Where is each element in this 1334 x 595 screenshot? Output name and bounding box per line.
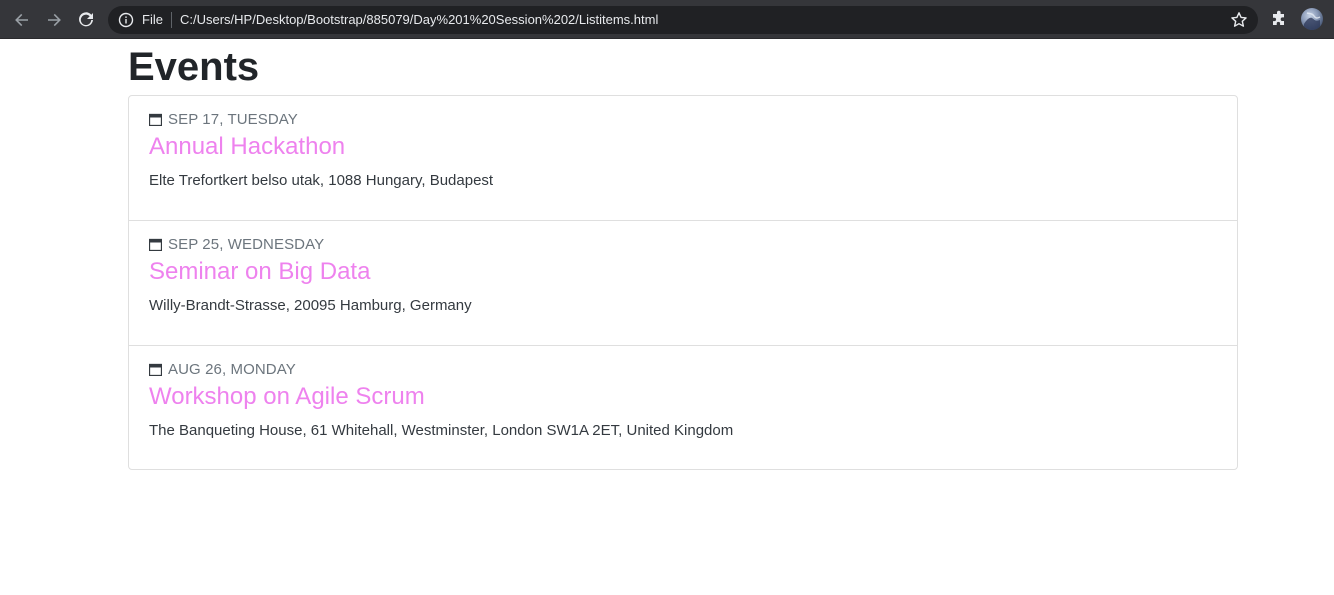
star-icon[interactable] — [1230, 11, 1248, 29]
event-title[interactable]: Workshop on Agile Scrum — [149, 382, 425, 412]
forward-button[interactable] — [41, 7, 67, 33]
info-icon[interactable] — [118, 12, 134, 28]
event-list-item: SEP 17, TUESDAY Annual Hackathon Elte Tr… — [129, 96, 1237, 221]
calendar-icon — [149, 113, 162, 126]
event-address: Elte Trefortkert belso utak, 1088 Hungar… — [149, 172, 494, 189]
event-address: The Banqueting House, 61 Whitehall, West… — [149, 422, 734, 439]
scheme-label: File — [142, 12, 163, 27]
reload-icon — [79, 12, 93, 27]
address-bar[interactable]: File C:/Users/HP/Desktop/Bootstrap/88507… — [108, 6, 1258, 34]
event-list-item: SEP 25, WEDNESDAY Seminar on Big Data Wi… — [129, 221, 1237, 346]
event-date-row: SEP 17, TUESDAY — [149, 111, 298, 129]
arrow-right-icon — [48, 13, 61, 27]
omnibox-divider — [171, 12, 172, 28]
calendar-icon — [149, 363, 162, 376]
event-list-item: AUG 26, MONDAY Workshop on Agile Scrum T… — [129, 346, 1237, 469]
event-date-row: SEP 25, WEDNESDAY — [149, 236, 324, 254]
page-title: Events — [128, 45, 260, 89]
event-title[interactable]: Annual Hackathon — [149, 132, 345, 162]
event-list: SEP 17, TUESDAY Annual Hackathon Elte Tr… — [128, 95, 1238, 470]
event-date-row: AUG 26, MONDAY — [149, 361, 296, 379]
avatar[interactable] — [1301, 8, 1323, 30]
event-title[interactable]: Seminar on Big Data — [149, 257, 370, 287]
event-date: SEP 17, TUESDAY — [168, 111, 298, 128]
calendar-icon — [149, 238, 162, 251]
page-content: Events SEP 17, TUESDAY Annual Hackathon … — [0, 39, 1334, 595]
event-date: SEP 25, WEDNESDAY — [168, 236, 325, 253]
reload-button[interactable] — [73, 7, 99, 33]
puzzle-icon[interactable] — [1270, 10, 1288, 28]
arrow-left-icon — [15, 13, 28, 27]
url-text[interactable]: C:/Users/HP/Desktop/Bootstrap/885079/Day… — [180, 12, 658, 28]
event-address: Willy-Brandt-Strasse, 20095 Hamburg, Ger… — [149, 297, 472, 314]
event-date: AUG 26, MONDAY — [168, 361, 296, 378]
back-button[interactable] — [9, 7, 35, 33]
browser-toolbar: File C:/Users/HP/Desktop/Bootstrap/88507… — [0, 0, 1334, 39]
profile-picture — [1304, 12, 1321, 30]
